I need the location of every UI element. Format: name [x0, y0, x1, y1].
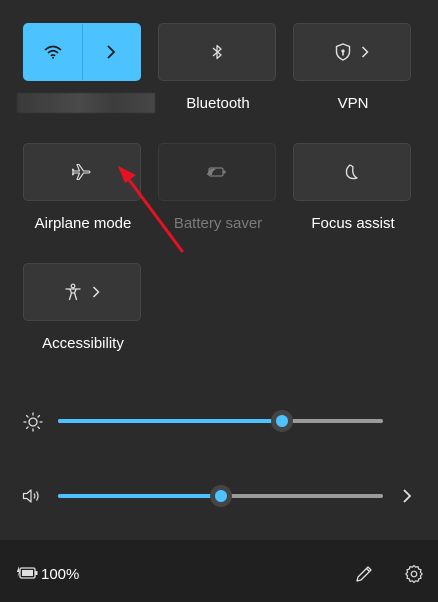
chevron-right-icon[interactable] — [402, 489, 412, 503]
gear-icon[interactable] — [404, 564, 424, 584]
slider-thumb[interactable] — [210, 485, 232, 507]
wifi-tile[interactable] — [23, 23, 141, 81]
moon-icon — [343, 163, 361, 181]
slider-thumb[interactable] — [271, 410, 293, 432]
battery-charging-icon — [16, 565, 38, 581]
shield-icon — [335, 43, 351, 61]
battery-percentage: 100% — [41, 566, 80, 583]
chevron-right-icon[interactable] — [361, 46, 369, 58]
quick-settings-panel: Bluetooth VPN Airplane mode Battery save… — [0, 0, 438, 540]
wifi-network-name-blurred — [17, 93, 155, 113]
focus-assist-tile[interactable] — [293, 143, 411, 201]
battery-saver-icon — [206, 165, 228, 179]
annotation-arrow-icon — [112, 163, 192, 258]
airplane-icon — [72, 163, 92, 181]
slider-fill — [58, 494, 221, 498]
chevron-right-icon — [106, 45, 116, 59]
sun-icon — [23, 412, 43, 432]
pencil-icon[interactable] — [354, 564, 374, 584]
accessibility-icon — [64, 283, 82, 301]
speaker-icon[interactable] — [22, 488, 42, 504]
chevron-right-icon[interactable] — [92, 286, 100, 298]
vpn-label: VPN — [337, 95, 369, 112]
volume-slider[interactable] — [58, 481, 383, 511]
wifi-expand-button[interactable] — [83, 24, 141, 80]
volume-row — [0, 481, 438, 511]
bluetooth-tile[interactable] — [158, 23, 276, 81]
accessibility-tile[interactable] — [23, 263, 141, 321]
wifi-icon — [44, 45, 62, 59]
bluetooth-icon — [211, 43, 223, 61]
vpn-tile[interactable] — [293, 23, 411, 81]
wifi-toggle-button[interactable] — [24, 24, 82, 80]
focus-assist-label: Focus assist — [311, 215, 395, 232]
brightness-row — [0, 406, 438, 436]
brightness-slider[interactable] — [58, 406, 383, 436]
slider-fill — [58, 419, 282, 423]
footer-bar: 100% — [0, 540, 438, 602]
accessibility-label: Accessibility — [42, 335, 124, 352]
